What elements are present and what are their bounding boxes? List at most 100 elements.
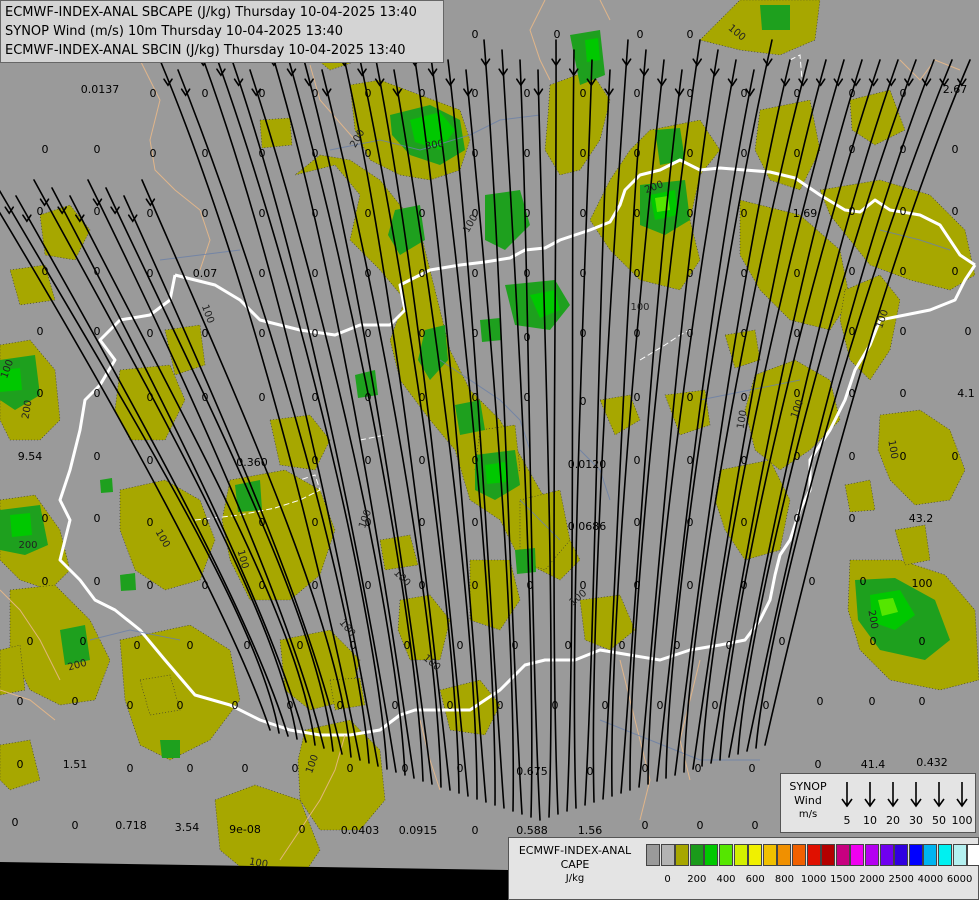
cape-legend-tick: 0: [664, 874, 671, 885]
cin-value-label: 0.0403: [341, 824, 380, 837]
cin-value-label: 0: [900, 143, 907, 156]
cin-value-label: 0: [952, 265, 959, 278]
cin-value-label: 0: [512, 639, 519, 652]
cin-value-label: 0: [741, 454, 748, 467]
cin-value-label: 0: [849, 265, 856, 278]
cape-legend-swatch: [675, 844, 690, 866]
cin-value-label: 0: [447, 699, 454, 712]
cin-value-label: 0: [497, 699, 504, 712]
cin-value-label: 0: [580, 87, 587, 100]
cin-value-label: 0: [642, 762, 649, 775]
cin-value-label: 0: [794, 512, 801, 525]
cin-value-label: 0: [42, 265, 49, 278]
cin-value-label: 0: [952, 143, 959, 156]
cin-value-label: 0: [312, 454, 319, 467]
cape-legend-swatch: [865, 844, 879, 866]
cin-value-label: 0: [147, 516, 154, 529]
cin-value-label: 0: [849, 512, 856, 525]
cin-value-label: 0: [849, 205, 856, 218]
cin-value-label: 0: [849, 450, 856, 463]
cin-value-label: 0: [347, 762, 354, 775]
cape-legend-swatch: [689, 844, 704, 866]
title-line-wind: SYNOP Wind (m/s) 10m Thursday 10-04-2025…: [5, 24, 344, 39]
cin-value-label: 0: [524, 207, 531, 220]
cin-value-label: 43.2: [909, 512, 934, 525]
cin-value-label: 0: [259, 327, 266, 340]
cin-value-label: 0: [919, 695, 926, 708]
cin-value-label: 0: [312, 579, 319, 592]
wind-legend-unit: m/s: [798, 809, 818, 820]
cin-value-label: 0: [794, 450, 801, 463]
cape-legend-swatch: [762, 844, 777, 866]
cin-value-label: 0: [419, 87, 426, 100]
cin-value-label: 0: [37, 387, 44, 400]
cin-value-label: 0: [402, 762, 409, 775]
cin-value-label: 0.0120: [568, 458, 607, 471]
cin-value-label: 0: [524, 391, 531, 404]
cin-value-label: 0: [259, 267, 266, 280]
cin-value-label: 0: [259, 207, 266, 220]
cin-value-label: 0: [147, 327, 154, 340]
cape-legend-swatch: [835, 844, 850, 866]
cin-value-label: 0: [634, 327, 641, 340]
cape-legend-swatch: [704, 844, 719, 866]
cin-value-label: 0: [741, 327, 748, 340]
wind-legend-speed: 50: [932, 814, 946, 827]
cin-value-label: 0: [147, 391, 154, 404]
cin-value-label: 0.588: [516, 824, 548, 837]
cin-value-label: 0: [147, 579, 154, 592]
cin-value-label: 0: [202, 391, 209, 404]
cin-value-label: 0: [259, 579, 266, 592]
cin-value-label: 0: [524, 331, 531, 344]
cin-value-label: 0: [187, 762, 194, 775]
title-line-cin: ECMWF-INDEX-ANAL SBCIN (J/kg) Thursday 1…: [5, 43, 406, 58]
title-line-cape: ECMWF-INDEX-ANAL SBCAPE (J/kg) Thursday …: [5, 5, 417, 20]
cin-value-label: 0.675: [516, 765, 548, 778]
cape-legend-tick: 600: [745, 874, 765, 885]
cin-value-label: 0: [634, 207, 641, 220]
cin-value-label: 0: [687, 516, 694, 529]
cape-legend-swatch: [952, 844, 967, 866]
cin-value-label: 0: [900, 265, 907, 278]
cape-legend-tick: 800: [774, 874, 794, 885]
cape-legend-swatch: [967, 844, 979, 866]
cape-legend-subtitle: CAPE: [560, 858, 590, 871]
cin-value-label: 0: [900, 205, 907, 218]
cin-value-label: 0: [687, 28, 694, 41]
cin-value-label: 0: [259, 147, 266, 160]
cape-legend-swatch: [821, 844, 836, 866]
cin-value-label: 0: [552, 699, 559, 712]
wind-legend: SYNOP Wind m/s 5 10 20 30 50 100: [780, 773, 976, 833]
cin-value-label: 0: [37, 205, 44, 218]
wind-arrow-icon: [841, 782, 853, 808]
cape-legend-swatch: [894, 844, 909, 866]
cin-value-label: 0: [634, 87, 641, 100]
cin-value-label: 0: [472, 267, 479, 280]
cin-value-label: 0: [849, 87, 856, 100]
cin-value-label: 0: [687, 391, 694, 404]
cin-value-label: 0: [419, 327, 426, 340]
cin-value-label: 0: [741, 579, 748, 592]
cin-value-label: 0: [127, 762, 134, 775]
cin-value-label: 0.07: [193, 267, 218, 280]
cin-value-label: 0: [472, 147, 479, 160]
cin-value-label: 3.54: [175, 821, 200, 834]
cin-value-label: 0: [127, 699, 134, 712]
cin-value-label: 0: [17, 758, 24, 771]
cin-value-label: 0: [741, 516, 748, 529]
cin-value-label: 0: [202, 147, 209, 160]
cin-value-label: 0: [365, 391, 372, 404]
cin-value-label: 1.56: [578, 824, 603, 837]
cin-value-label: 0: [419, 391, 426, 404]
cin-value-label: 0: [42, 512, 49, 525]
wind-legend-speed: 30: [909, 814, 923, 827]
cin-value-label: 0: [849, 387, 856, 400]
cin-value-label: 0: [80, 635, 87, 648]
cin-value-label: 0: [337, 699, 344, 712]
cin-value-label: 0: [72, 819, 79, 832]
cin-value-label: 0: [72, 695, 79, 708]
cin-value-label: 0: [392, 699, 399, 712]
wind-legend-subtitle: Wind: [794, 794, 822, 807]
wind-legend-speed: 10: [863, 814, 877, 827]
cin-value-label: 0: [587, 765, 594, 778]
